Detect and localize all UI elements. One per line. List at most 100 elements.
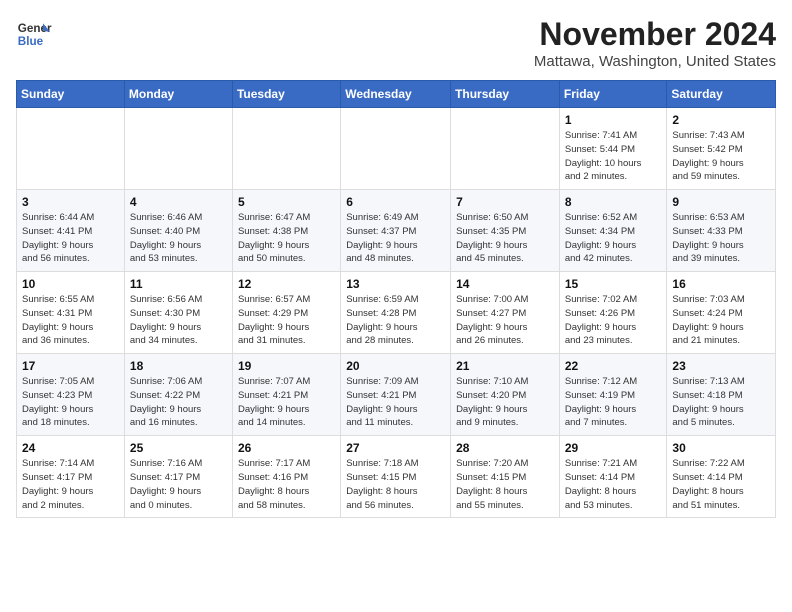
weekday-header-cell: Friday	[559, 81, 667, 108]
day-number: 5	[238, 195, 335, 209]
calendar-cell: 17Sunrise: 7:05 AM Sunset: 4:23 PM Dayli…	[17, 354, 125, 436]
day-detail: Sunrise: 7:06 AM Sunset: 4:22 PM Dayligh…	[130, 375, 227, 430]
weekday-header-cell: Tuesday	[232, 81, 340, 108]
day-number: 11	[130, 277, 227, 291]
day-number: 6	[346, 195, 445, 209]
calendar-cell: 13 Sunrise: 6:59 AM Sunset: 4:28 PM Dayli…	[341, 272, 451, 354]
calendar-row: 24 Sunrise: 7:14 AM Sunset: 4:17 PM Dayli…	[17, 436, 776, 518]
calendar-cell: 22 Sunrise: 7:12 AM Sunset: 4:19 PM Dayli…	[559, 354, 667, 436]
day-number: 21	[456, 359, 554, 373]
day-number: 23	[672, 359, 770, 373]
day-number: 12	[238, 277, 335, 291]
calendar-row: 1 Sunrise: 7:41 AM Sunset: 5:44 PM Daylig…	[17, 108, 776, 190]
calendar-cell: 19 Sunrise: 7:07 AM Sunset: 4:21 PM Dayli…	[232, 354, 340, 436]
calendar-cell: 25Sunrise: 7:16 AM Sunset: 4:17 PM Dayli…	[124, 436, 232, 518]
day-detail: Sunrise: 6:53 AM Sunset: 4:33 PM Dayligh…	[672, 211, 770, 266]
day-detail: Sunrise: 7:20 AM Sunset: 4:15 PM Dayligh…	[456, 457, 554, 512]
day-number: 14	[456, 277, 554, 291]
day-detail: Sunrise: 6:56 AM Sunset: 4:30 PM Dayligh…	[130, 293, 227, 348]
calendar-cell	[17, 108, 125, 190]
weekday-header-cell: Thursday	[451, 81, 560, 108]
day-detail: Sunrise: 7:43 AM Sunset: 5:42 PM Dayligh…	[672, 129, 770, 184]
day-number: 28	[456, 441, 554, 455]
calendar-row: 10Sunrise: 6:55 AM Sunset: 4:31 PM Dayli…	[17, 272, 776, 354]
calendar-cell	[341, 108, 451, 190]
day-detail: Sunrise: 7:03 AM Sunset: 4:24 PM Dayligh…	[672, 293, 770, 348]
calendar-cell: 5Sunrise: 6:47 AM Sunset: 4:38 PM Daylig…	[232, 190, 340, 272]
main-title: November 2024	[534, 16, 776, 53]
calendar-cell: 8 Sunrise: 6:52 AM Sunset: 4:34 PM Daylig…	[559, 190, 667, 272]
calendar-cell: 7Sunrise: 6:50 AM Sunset: 4:35 PM Daylig…	[451, 190, 560, 272]
calendar-cell: 21 Sunrise: 7:10 AM Sunset: 4:20 PM Dayli…	[451, 354, 560, 436]
day-detail: Sunrise: 7:05 AM Sunset: 4:23 PM Dayligh…	[22, 375, 119, 430]
calendar-cell: 27Sunrise: 7:18 AM Sunset: 4:15 PM Dayli…	[341, 436, 451, 518]
day-number: 4	[130, 195, 227, 209]
calendar-cell: 15 Sunrise: 7:02 AM Sunset: 4:26 PM Dayli…	[559, 272, 667, 354]
day-number: 7	[456, 195, 554, 209]
day-detail: Sunrise: 7:10 AM Sunset: 4:20 PM Dayligh…	[456, 375, 554, 430]
day-detail: Sunrise: 6:57 AM Sunset: 4:29 PM Dayligh…	[238, 293, 335, 348]
day-detail: Sunrise: 7:07 AM Sunset: 4:21 PM Dayligh…	[238, 375, 335, 430]
day-detail: Sunrise: 6:49 AM Sunset: 4:37 PM Dayligh…	[346, 211, 445, 266]
day-detail: Sunrise: 7:12 AM Sunset: 4:19 PM Dayligh…	[565, 375, 662, 430]
calendar-table: SundayMondayTuesdayWednesdayThursdayFrid…	[16, 80, 776, 518]
calendar-body: 1 Sunrise: 7:41 AM Sunset: 5:44 PM Daylig…	[17, 108, 776, 518]
day-number: 19	[238, 359, 335, 373]
calendar-cell	[451, 108, 560, 190]
day-detail: Sunrise: 7:16 AM Sunset: 4:17 PM Dayligh…	[130, 457, 227, 512]
day-detail: Sunrise: 6:52 AM Sunset: 4:34 PM Dayligh…	[565, 211, 662, 266]
calendar-row: 3 Sunrise: 6:44 AM Sunset: 4:41 PM Daylig…	[17, 190, 776, 272]
calendar-cell: 26 Sunrise: 7:17 AM Sunset: 4:16 PM Dayli…	[232, 436, 340, 518]
day-detail: Sunrise: 7:02 AM Sunset: 4:26 PM Dayligh…	[565, 293, 662, 348]
calendar-cell: 1 Sunrise: 7:41 AM Sunset: 5:44 PM Daylig…	[559, 108, 667, 190]
day-detail: Sunrise: 7:21 AM Sunset: 4:14 PM Dayligh…	[565, 457, 662, 512]
calendar-cell: 28 Sunrise: 7:20 AM Sunset: 4:15 PM Dayli…	[451, 436, 560, 518]
day-detail: Sunrise: 7:17 AM Sunset: 4:16 PM Dayligh…	[238, 457, 335, 512]
day-number: 13	[346, 277, 445, 291]
calendar-row: 17Sunrise: 7:05 AM Sunset: 4:23 PM Dayli…	[17, 354, 776, 436]
calendar-cell: 18Sunrise: 7:06 AM Sunset: 4:22 PM Dayli…	[124, 354, 232, 436]
calendar-cell: 29 Sunrise: 7:21 AM Sunset: 4:14 PM Dayli…	[559, 436, 667, 518]
day-number: 3	[22, 195, 119, 209]
calendar-cell: 14Sunrise: 7:00 AM Sunset: 4:27 PM Dayli…	[451, 272, 560, 354]
day-detail: Sunrise: 7:18 AM Sunset: 4:15 PM Dayligh…	[346, 457, 445, 512]
day-detail: Sunrise: 6:44 AM Sunset: 4:41 PM Dayligh…	[22, 211, 119, 266]
weekday-header-cell: Monday	[124, 81, 232, 108]
weekday-header-cell: Sunday	[17, 81, 125, 108]
calendar-cell: 30Sunrise: 7:22 AM Sunset: 4:14 PM Dayli…	[667, 436, 776, 518]
day-detail: Sunrise: 7:14 AM Sunset: 4:17 PM Dayligh…	[22, 457, 119, 512]
calendar-cell: 24 Sunrise: 7:14 AM Sunset: 4:17 PM Dayli…	[17, 436, 125, 518]
day-number: 16	[672, 277, 770, 291]
day-number: 20	[346, 359, 445, 373]
day-number: 9	[672, 195, 770, 209]
weekday-header-cell: Saturday	[667, 81, 776, 108]
day-number: 2	[672, 113, 770, 127]
calendar-cell	[124, 108, 232, 190]
day-number: 29	[565, 441, 662, 455]
weekday-header-cell: Wednesday	[341, 81, 451, 108]
day-detail: Sunrise: 6:59 AM Sunset: 4:28 PM Dayligh…	[346, 293, 445, 348]
day-detail: Sunrise: 7:22 AM Sunset: 4:14 PM Dayligh…	[672, 457, 770, 512]
calendar-cell: 9 Sunrise: 6:53 AM Sunset: 4:33 PM Daylig…	[667, 190, 776, 272]
title-block: November 2024 Mattawa, Washington, Unite…	[534, 16, 776, 70]
calendar-cell: 12 Sunrise: 6:57 AM Sunset: 4:29 PM Dayli…	[232, 272, 340, 354]
day-detail: Sunrise: 6:46 AM Sunset: 4:40 PM Dayligh…	[130, 211, 227, 266]
header: General Blue General Blue November 2024 …	[16, 16, 776, 70]
day-number: 22	[565, 359, 662, 373]
calendar-cell	[232, 108, 340, 190]
day-number: 15	[565, 277, 662, 291]
day-detail: Sunrise: 7:13 AM Sunset: 4:18 PM Dayligh…	[672, 375, 770, 430]
day-number: 26	[238, 441, 335, 455]
calendar-cell: 3 Sunrise: 6:44 AM Sunset: 4:41 PM Daylig…	[17, 190, 125, 272]
day-number: 8	[565, 195, 662, 209]
day-detail: Sunrise: 7:09 AM Sunset: 4:21 PM Dayligh…	[346, 375, 445, 430]
calendar-cell: 16 Sunrise: 7:03 AM Sunset: 4:24 PM Dayli…	[667, 272, 776, 354]
day-number: 1	[565, 113, 662, 127]
logo-icon: General Blue	[16, 16, 52, 52]
day-detail: Sunrise: 6:55 AM Sunset: 4:31 PM Dayligh…	[22, 293, 119, 348]
day-number: 24	[22, 441, 119, 455]
svg-text:Blue: Blue	[18, 35, 44, 48]
day-detail: Sunrise: 7:41 AM Sunset: 5:44 PM Dayligh…	[565, 129, 662, 184]
calendar-cell: 23 Sunrise: 7:13 AM Sunset: 4:18 PM Dayli…	[667, 354, 776, 436]
calendar-cell: 4 Sunrise: 6:46 AM Sunset: 4:40 PM Daylig…	[124, 190, 232, 272]
